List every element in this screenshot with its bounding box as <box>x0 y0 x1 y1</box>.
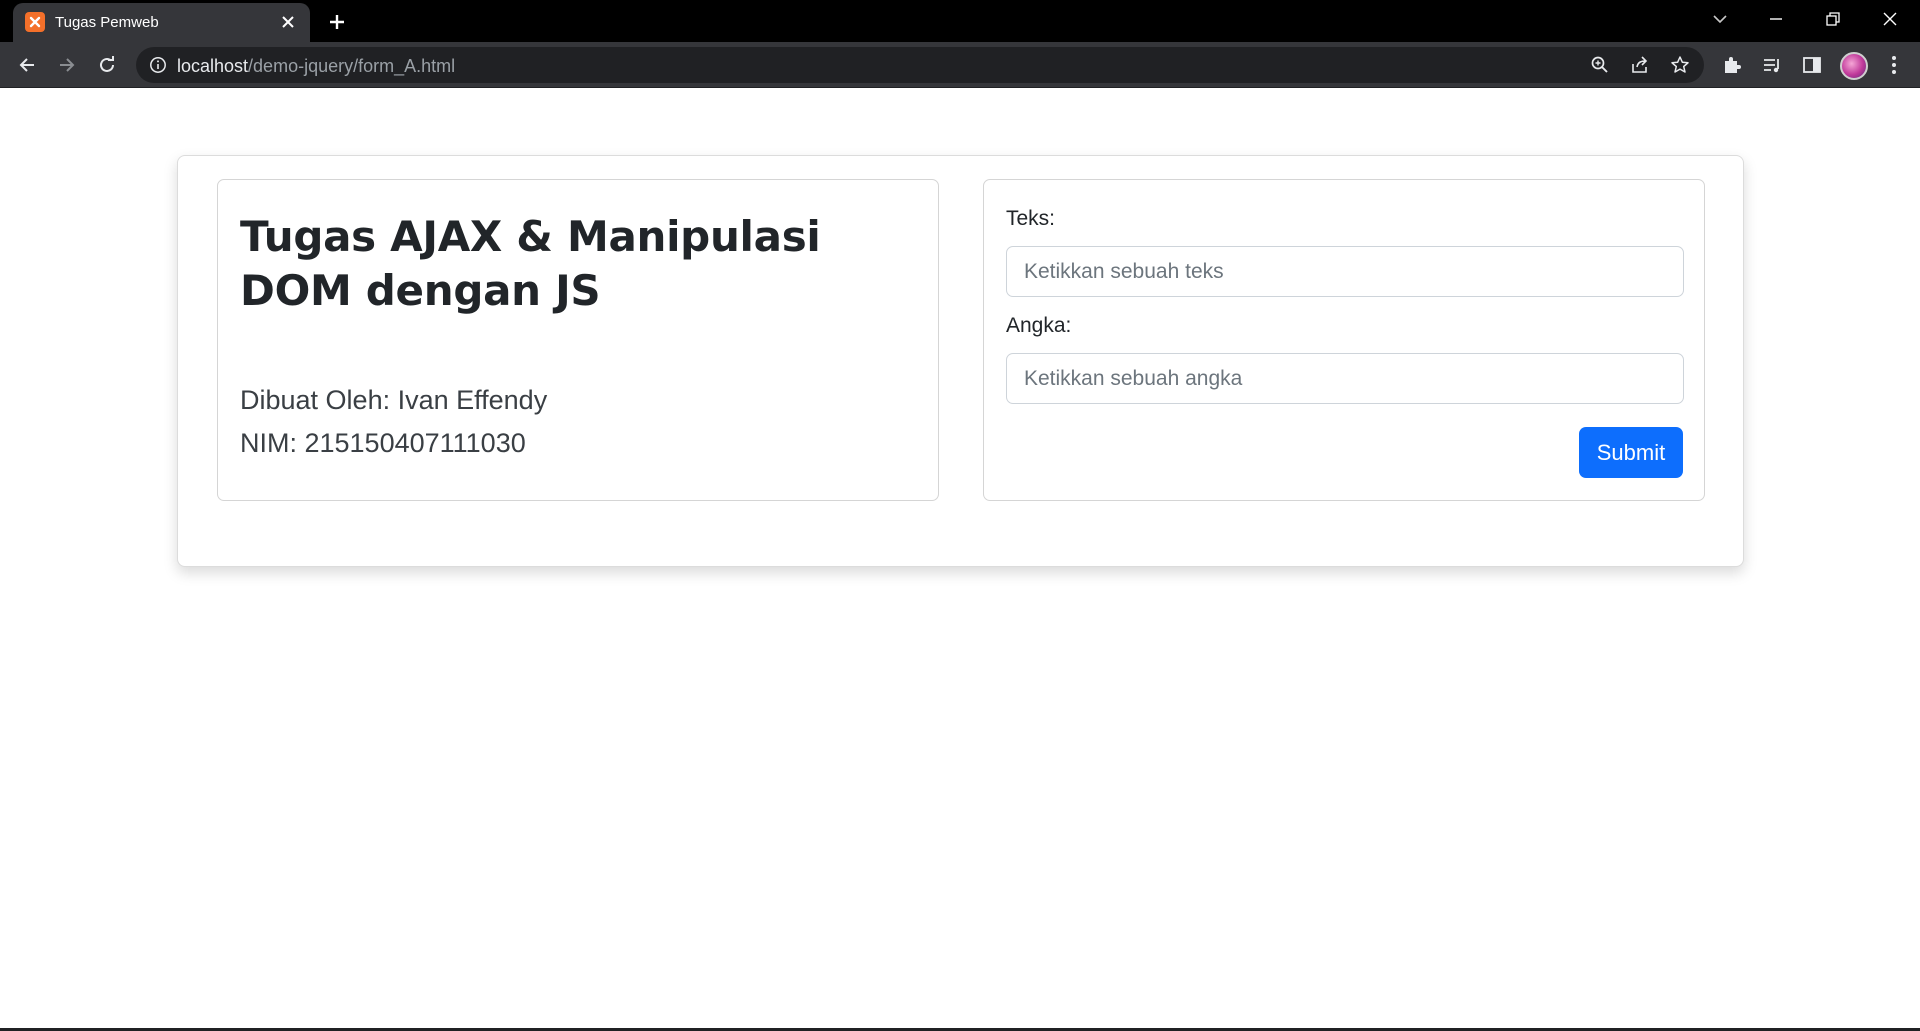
reload-icon[interactable] <box>93 51 121 79</box>
angka-label: Angka: <box>1006 314 1072 337</box>
nim-text: NIM: 215150407111030 <box>240 428 526 458</box>
tab-search-chevron-icon[interactable] <box>1705 6 1735 32</box>
xampp-favicon-icon <box>25 12 45 32</box>
url-path: /demo-jquery/form_A.html <box>248 56 456 76</box>
form-card: Teks: Angka: Submit <box>983 179 1705 501</box>
new-tab-plus-icon[interactable] <box>324 9 350 35</box>
minimize-icon[interactable] <box>1761 6 1791 32</box>
share-icon[interactable] <box>1629 54 1651 76</box>
side-panel-icon[interactable] <box>1800 53 1824 77</box>
profile-avatar[interactable] <box>1840 52 1868 80</box>
browser-tabstrip: Tugas Pemweb <box>0 0 1920 42</box>
author-text: Dibuat Oleh: Ivan Effendy <box>240 385 548 415</box>
bookmark-star-icon[interactable] <box>1669 54 1691 76</box>
browser-toolbar: localhost/demo-jquery/form_A.html <box>0 42 1920 88</box>
close-window-icon[interactable] <box>1875 6 1905 32</box>
tab-close-icon[interactable] <box>278 12 298 32</box>
info-card: Tugas AJAX & Manipulasi DOM dengan JS Di… <box>217 179 939 501</box>
zoom-icon[interactable] <box>1589 54 1611 76</box>
address-bar[interactable]: localhost/demo-jquery/form_A.html <box>136 47 1704 83</box>
angka-input[interactable] <box>1006 353 1684 404</box>
main-card: Tugas AJAX & Manipulasi DOM dengan JS Di… <box>177 155 1744 567</box>
extensions-puzzle-icon[interactable] <box>1720 53 1744 77</box>
url-text[interactable]: localhost/demo-jquery/form_A.html <box>177 56 455 77</box>
teks-input[interactable] <box>1006 246 1684 297</box>
chrome-menu-icon[interactable] <box>1882 53 1906 77</box>
browser-tab[interactable]: Tugas Pemweb <box>13 3 310 42</box>
media-queue-icon[interactable] <box>1760 53 1784 77</box>
restore-icon[interactable] <box>1818 6 1848 32</box>
teks-label: Teks: <box>1006 207 1056 230</box>
url-host: localhost <box>177 56 249 76</box>
tab-title: Tugas Pemweb <box>55 14 159 31</box>
forward-arrow-icon[interactable] <box>53 51 81 79</box>
back-arrow-icon[interactable] <box>13 51 41 79</box>
page-title: Tugas AJAX & Manipulasi DOM dengan JS <box>240 212 821 315</box>
submit-button[interactable]: Submit <box>1579 427 1683 478</box>
site-info-icon[interactable] <box>149 56 167 74</box>
